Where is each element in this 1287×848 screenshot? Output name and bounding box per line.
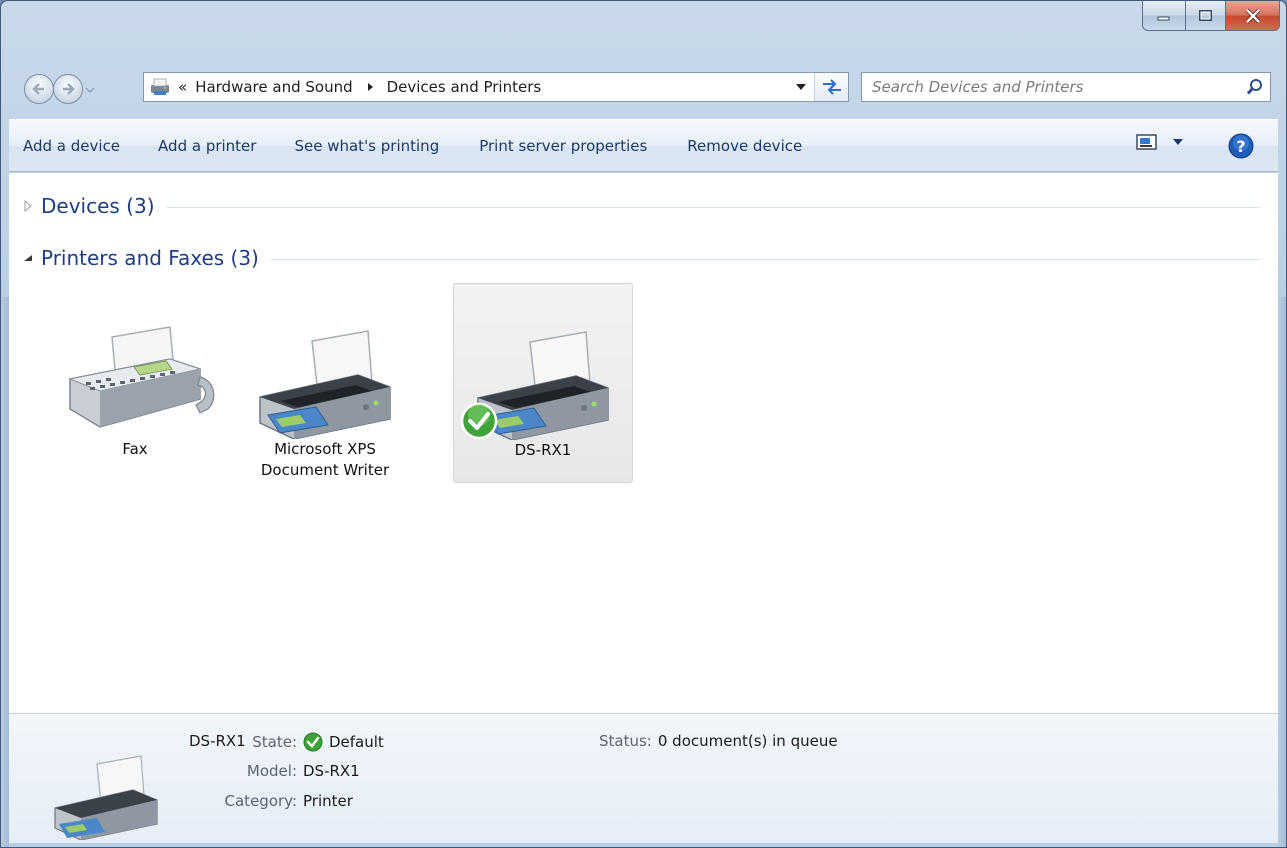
device-label-microsoft-xps-document-writer: Microsoft XPS Document Writer — [260, 440, 390, 479]
breadcrumb-devices-and-printers[interactable]: Devices and Printers — [385, 76, 544, 98]
details-state-label: State: — [252, 733, 297, 751]
details-pane: DS-RX1 State: Default Model: DS-RX1 Cate… — [9, 713, 1278, 843]
minimize-button[interactable] — [1142, 1, 1186, 31]
default-printer-check-icon — [460, 402, 498, 440]
content-pane: Devices (3) Printers and Faxes (3) Fax M… — [9, 173, 1278, 713]
refresh-button[interactable] — [814, 73, 848, 101]
group-title-devices[interactable]: Devices (3) — [41, 194, 155, 218]
device-tile-microsoft-xps-document-writer[interactable]: Microsoft XPS Document Writer — [235, 283, 415, 483]
group-devices[interactable]: Devices (3) — [23, 191, 1260, 221]
group-printers-and-faxes[interactable]: Printers and Faxes (3) — [23, 243, 1260, 273]
close-icon — [1245, 8, 1260, 23]
printer-icon — [259, 330, 391, 439]
help-button[interactable]: ? — [1228, 133, 1254, 159]
details-model-row: Model: DS-RX1 — [197, 762, 360, 780]
details-model-value: DS-RX1 — [303, 762, 360, 780]
caption-buttons — [1142, 1, 1280, 31]
search-input[interactable] — [862, 74, 1240, 100]
printer-icon — [54, 755, 158, 840]
minimize-icon — [1157, 16, 1170, 20]
address-overflow-chevron[interactable]: « — [178, 78, 187, 96]
details-category-row: Category: Printer — [197, 792, 353, 810]
fax-icon — [68, 326, 215, 428]
check-icon — [303, 732, 323, 752]
collapse-arrow-icon[interactable] — [23, 252, 41, 264]
group-divider — [270, 258, 1260, 260]
see-whats-printing-button[interactable]: See what's printing — [278, 128, 455, 164]
chevron-down-icon — [85, 87, 95, 93]
details-state-row: State: Default — [197, 732, 384, 752]
device-tile-ds-rx1[interactable]: DS-RX1 — [453, 283, 633, 483]
details-status-label: Status: — [599, 732, 652, 750]
change-view-button[interactable] — [1136, 133, 1184, 151]
device-label-fax: Fax — [122, 440, 148, 458]
group-divider — [166, 206, 1260, 208]
expand-arrow-icon[interactable] — [23, 200, 41, 212]
breadcrumb-hardware-and-sound[interactable]: Hardware and Sound — [193, 76, 354, 98]
details-status-value: 0 document(s) in queue — [657, 732, 838, 750]
maximize-button[interactable] — [1186, 1, 1226, 31]
add-printer-button[interactable]: Add a printer — [142, 128, 272, 164]
navigation-bar: « Hardware and Sound Devices and Printer… — [1, 68, 1286, 108]
command-bar: Add a device Add a printer See what's pr… — [9, 119, 1278, 172]
chevron-down-icon — [796, 84, 806, 90]
view-icon — [1136, 134, 1157, 150]
details-status-row: Status: 0 document(s) in queue — [599, 732, 838, 750]
details-state-value: Default — [329, 733, 384, 751]
details-category-label: Category: — [224, 792, 297, 810]
remove-device-button[interactable]: Remove device — [671, 128, 818, 164]
print-server-properties-button[interactable]: Print server properties — [463, 128, 663, 164]
back-button[interactable] — [24, 74, 54, 104]
explorer-window: « Hardware and Sound Devices and Printer… — [0, 0, 1287, 848]
back-arrow-icon — [32, 83, 44, 95]
search-box[interactable] — [861, 72, 1271, 102]
device-label-ds-rx1: DS-RX1 — [514, 441, 572, 459]
printer-folder-icon — [151, 78, 169, 95]
breadcrumb-separator-icon[interactable] — [365, 82, 375, 92]
group-title-printers-and-faxes[interactable]: Printers and Faxes (3) — [41, 246, 259, 270]
window-frame-right — [1278, 297, 1286, 847]
address-bar[interactable]: « Hardware and Sound Devices and Printer… — [143, 72, 849, 102]
details-model-label: Model: — [246, 762, 297, 780]
recent-pages-dropdown[interactable] — [83, 83, 97, 97]
window-frame-left — [1, 297, 9, 847]
forward-button[interactable] — [53, 74, 83, 104]
refresh-icon — [822, 79, 841, 95]
back-forward-group — [21, 74, 149, 104]
close-button[interactable] — [1226, 1, 1280, 31]
maximize-icon — [1198, 9, 1212, 21]
forward-arrow-icon — [63, 83, 75, 95]
help-icon: ? — [1228, 133, 1254, 159]
chevron-down-icon — [1173, 139, 1183, 145]
search-icon[interactable] — [1240, 73, 1270, 101]
address-history-dropdown[interactable] — [794, 80, 808, 94]
svg-text:?: ? — [1236, 137, 1245, 156]
add-device-button[interactable]: Add a device — [9, 128, 136, 164]
details-category-value: Printer — [303, 792, 353, 810]
device-tile-fax[interactable]: Fax — [45, 283, 225, 483]
